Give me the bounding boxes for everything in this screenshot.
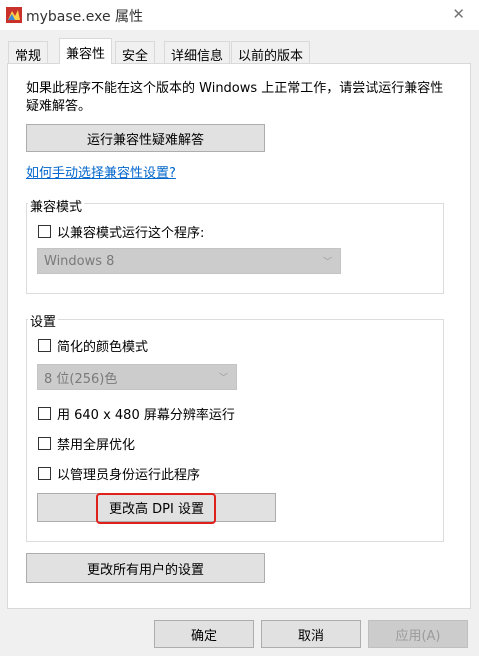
res640-checkbox-row[interactable]: 用 640 x 480 屏幕分辨率运行	[38, 404, 235, 423]
compat-mode-checkbox-row[interactable]: 以兼容模式运行这个程序:	[38, 222, 204, 241]
compat-mode-checkbox[interactable]	[38, 225, 51, 238]
color-mode-select-value: 8 位(256)色	[44, 371, 118, 387]
apply-button[interactable]: 应用(A)	[368, 620, 468, 648]
settings-group-label: 设置	[28, 311, 59, 330]
compat-os-select[interactable]: Windows 8 ﹀	[37, 248, 341, 274]
chevron-down-icon: ﹀	[322, 257, 332, 268]
tab-previous-versions[interactable]: 以前的版本	[231, 41, 311, 64]
cancel-button[interactable]: 取消	[261, 620, 361, 648]
run-as-admin-checkbox-row[interactable]: 以管理员身份运行此程序	[38, 464, 200, 483]
ok-button[interactable]: 确定	[154, 620, 254, 648]
window-title: mybase.exe 属性	[26, 9, 144, 25]
reduced-color-label: 简化的颜色模式	[57, 340, 149, 355]
disable-fullscreen-checkbox-row[interactable]: 禁用全屏优化	[38, 434, 135, 453]
reduced-color-checkbox[interactable]	[38, 339, 51, 352]
disable-fullscreen-label: 禁用全屏优化	[57, 438, 136, 453]
manual-settings-link[interactable]: 如何手动选择兼容性设置?	[26, 162, 176, 181]
tab-compatibility[interactable]: 兼容性	[59, 38, 113, 64]
chevron-down-icon: ﹀	[218, 373, 228, 384]
compat-mode-checkbox-label: 以兼容模式运行这个程序:	[57, 226, 205, 241]
disable-fullscreen-checkbox[interactable]	[38, 437, 51, 450]
title-bar: mybase.exe 属性 ✕	[0, 0, 479, 30]
tab-details[interactable]: 详细信息	[164, 41, 231, 64]
res640-checkbox[interactable]	[38, 407, 51, 420]
compat-os-select-value: Windows 8	[44, 253, 115, 269]
close-icon[interactable]: ✕	[452, 5, 465, 23]
run-as-admin-label: 以管理员身份运行此程序	[57, 468, 201, 483]
tab-security[interactable]: 安全	[115, 41, 156, 64]
tab-general[interactable]: 常规	[8, 41, 49, 64]
res640-label: 用 640 x 480 屏幕分辨率运行	[57, 408, 235, 423]
color-mode-select[interactable]: 8 位(256)色 ﹀	[37, 364, 237, 390]
compat-mode-group-label: 兼容模式	[28, 196, 85, 215]
change-high-dpi-button[interactable]: 更改高 DPI 设置	[37, 493, 276, 522]
compatibility-description: 如果此程序不能在这个版本的 Windows 上正常工作，请尝试运行兼容性疑难解答…	[26, 81, 444, 114]
run-as-admin-checkbox[interactable]	[38, 467, 51, 480]
run-troubleshooter-button[interactable]: 运行兼容性疑难解答	[26, 124, 265, 152]
reduced-color-checkbox-row[interactable]: 简化的颜色模式	[38, 336, 148, 355]
change-all-users-button[interactable]: 更改所有用户的设置	[26, 553, 265, 583]
app-logo-icon	[6, 7, 22, 23]
